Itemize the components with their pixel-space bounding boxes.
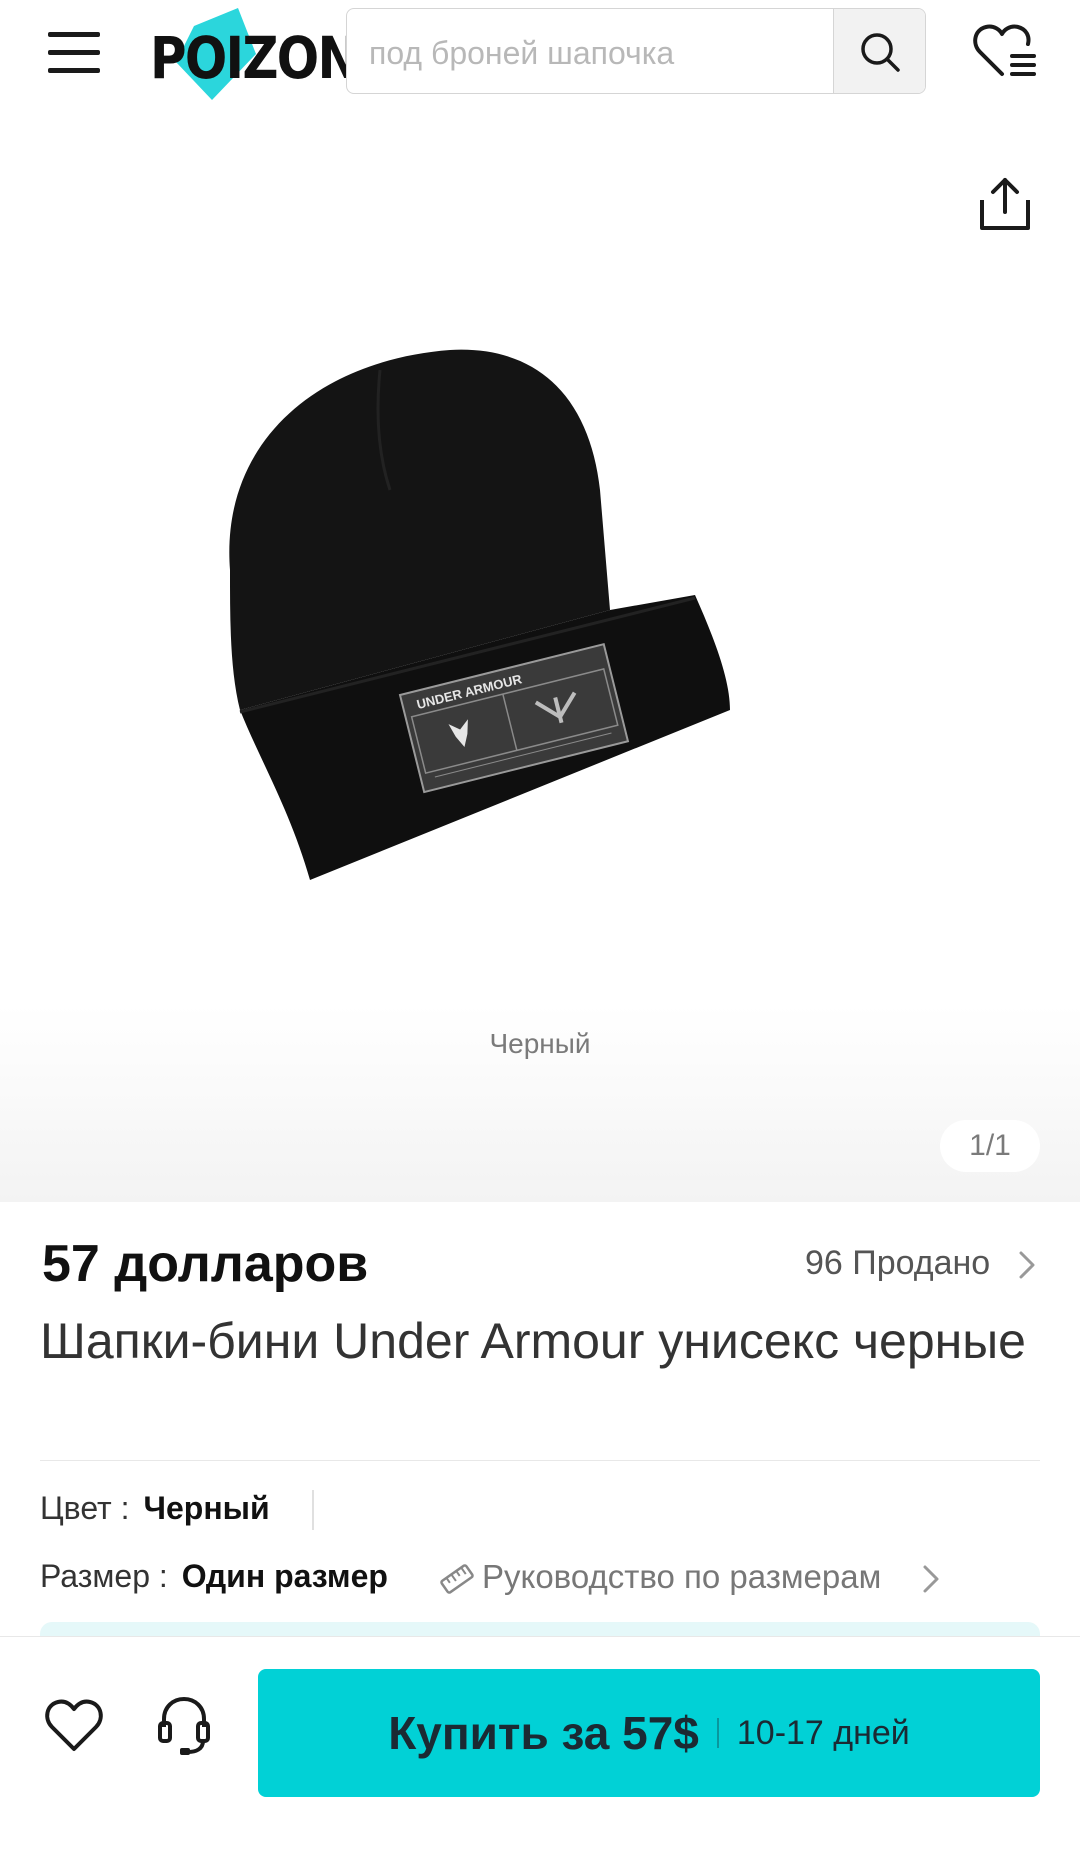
share-icon[interactable]	[976, 174, 1034, 232]
buy-button[interactable]: Купить за 57$ 10-17 дней	[258, 1669, 1040, 1797]
color-label: Цвет :	[40, 1490, 130, 1526]
product-gallery[interactable]: UNDER ARMOUR Черный 1/1	[0, 110, 1080, 1202]
chevron-right-icon[interactable]	[1018, 1250, 1036, 1280]
color-value: Черный	[143, 1490, 270, 1526]
menu-icon[interactable]	[44, 30, 104, 76]
product-title: Шапки-бини Under Armour унисекс черные	[40, 1313, 1026, 1369]
size-label: Размер :	[40, 1558, 168, 1594]
delivery-time: 10-17 дней	[736, 1713, 910, 1752]
size-guide-link[interactable]: Руководство по размерам	[482, 1558, 881, 1596]
divider	[40, 1460, 1040, 1461]
search-icon	[861, 33, 900, 72]
size-row[interactable]: Размер : Один размер	[40, 1558, 388, 1595]
divider	[716, 1718, 719, 1748]
top-header: POIZON под броней шапочка	[0, 0, 1080, 110]
sold-count[interactable]: 96 Продано	[805, 1244, 990, 1283]
search-bar[interactable]: под броней шапочка	[346, 8, 926, 94]
ruler-icon[interactable]	[440, 1562, 474, 1596]
poizon-logo[interactable]: POIZON	[146, 8, 359, 100]
size-value: Один размер	[181, 1558, 388, 1594]
buy-label: Купить за 57$	[388, 1707, 699, 1759]
divider-vertical	[312, 1490, 314, 1530]
search-button[interactable]	[833, 9, 925, 93]
logo-text: POIZON	[150, 24, 359, 92]
color-caption: Черный	[489, 1028, 591, 1059]
chevron-right-icon[interactable]	[922, 1564, 940, 1594]
search-input[interactable]: под броней шапочка	[369, 35, 674, 72]
product-price: 57 долларов	[42, 1235, 369, 1293]
heart-icon[interactable]	[44, 1697, 104, 1753]
wishlist-icon[interactable]	[972, 22, 1036, 80]
color-row[interactable]: Цвет : Черный	[40, 1490, 270, 1527]
headset-icon[interactable]	[156, 1695, 212, 1757]
product-image: UNDER ARMOUR	[229, 349, 730, 880]
image-counter: 1/1	[940, 1120, 1040, 1172]
bottom-action-bar: Купить за 57$ 10-17 дней	[0, 1636, 1080, 1852]
